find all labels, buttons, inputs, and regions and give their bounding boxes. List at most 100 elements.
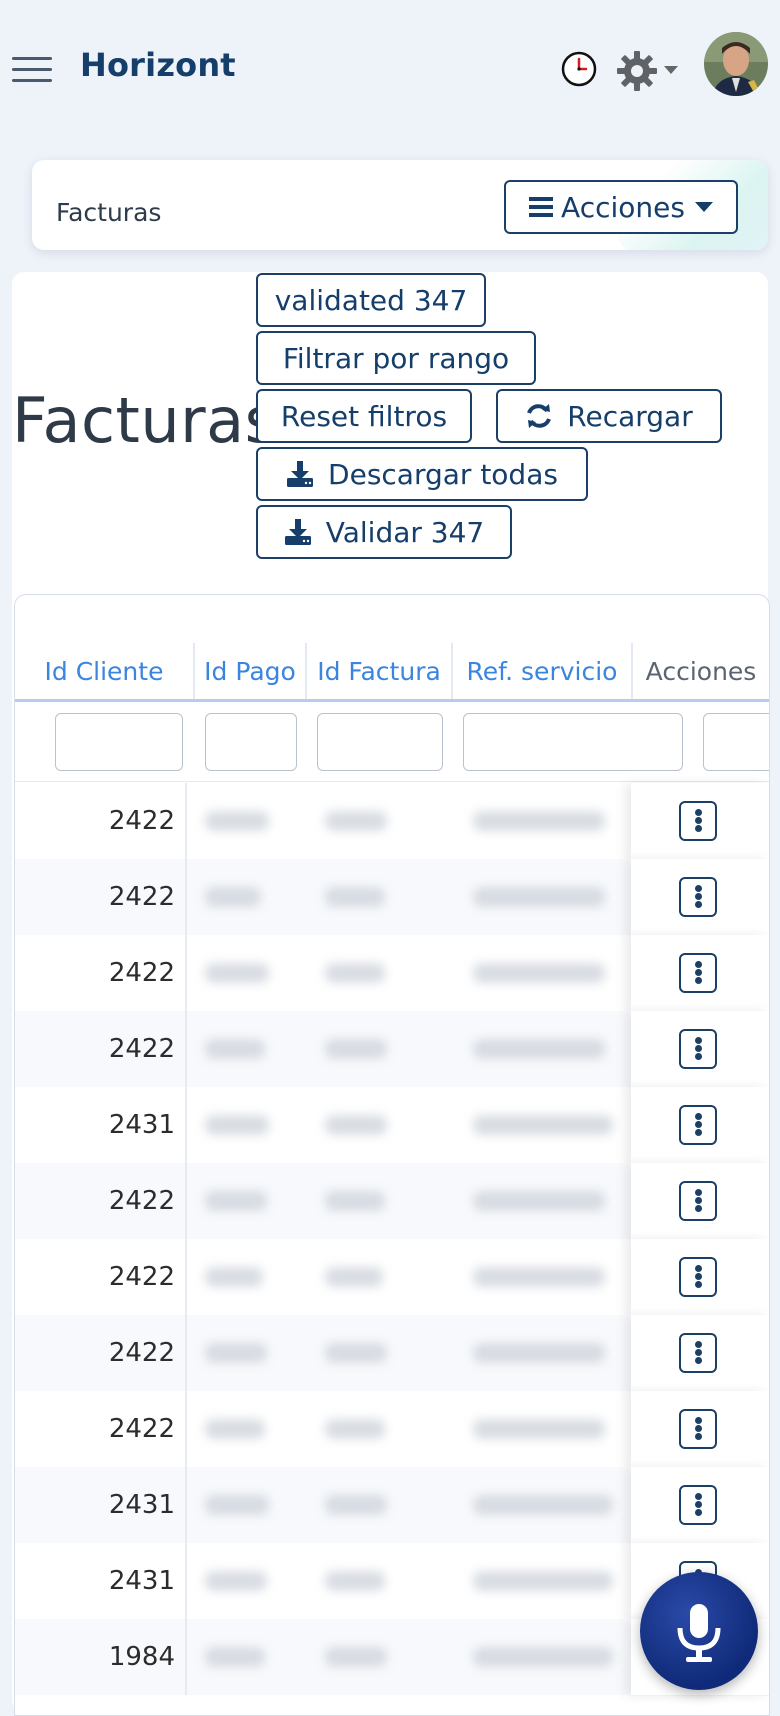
filter-input-id-factura[interactable] — [317, 713, 443, 771]
cell-ref-servicio-redacted — [473, 1647, 613, 1667]
cell-acciones — [631, 1239, 769, 1316]
reset-filters-button[interactable]: Reset filtros — [256, 389, 472, 443]
menu-icon[interactable] — [12, 57, 54, 83]
cell-id-cliente: 2431 — [15, 1543, 187, 1619]
cell-id-pago-redacted — [205, 1343, 267, 1363]
cell-ref-servicio-redacted — [473, 1267, 605, 1287]
cell-id-pago-redacted — [205, 963, 269, 983]
caret-down-icon — [694, 202, 713, 212]
column-header-id-pago[interactable]: Id Pago — [195, 643, 307, 699]
cell-id-factura-redacted — [325, 1571, 385, 1591]
cell-ref-servicio-redacted — [473, 1191, 605, 1211]
cell-id-cliente: 2422 — [15, 1391, 187, 1467]
more-vertical-icon-dot — [695, 1433, 702, 1440]
cell-id-cliente: 2422 — [15, 1011, 187, 1087]
download-icon — [287, 461, 314, 487]
cell-ref-servicio-redacted — [473, 1419, 605, 1439]
filter-input-ref-servicio[interactable] — [463, 713, 683, 771]
row-actions-button[interactable] — [679, 1181, 717, 1221]
cell-ref-servicio-redacted — [473, 1115, 613, 1135]
more-vertical-icon-dot — [695, 977, 702, 984]
table-row[interactable]: 2422 — [15, 783, 769, 860]
cell-id-factura-redacted — [325, 1267, 383, 1287]
row-actions-button[interactable] — [679, 1409, 717, 1449]
cell-id-factura-redacted — [325, 1647, 387, 1667]
table-row[interactable]: 2431 — [15, 1467, 769, 1544]
table-row[interactable]: 2422 — [15, 935, 769, 1012]
more-vertical-icon-dot — [695, 969, 702, 976]
more-vertical-icon-dot — [695, 1197, 702, 1204]
more-vertical-icon-dot — [695, 885, 702, 892]
table-row[interactable]: 2431 — [15, 1087, 769, 1164]
validate-347-button[interactable]: Validar 347 — [256, 505, 512, 559]
column-header-id-factura[interactable]: Id Factura — [307, 643, 453, 699]
row-actions-button[interactable] — [679, 1333, 717, 1373]
gear-icon[interactable] — [614, 48, 660, 94]
row-actions-button[interactable] — [679, 877, 717, 917]
cell-id-cliente: 2422 — [15, 859, 187, 935]
row-actions-button[interactable] — [679, 801, 717, 841]
more-vertical-icon-dot — [695, 1281, 702, 1288]
more-vertical-icon-dot — [695, 825, 702, 832]
table-row[interactable]: 2422 — [15, 859, 769, 936]
more-vertical-icon-dot — [695, 961, 702, 968]
row-actions-button[interactable] — [679, 1485, 717, 1525]
cell-acciones — [631, 859, 769, 936]
filter-range-button[interactable]: Filtrar por rango — [256, 331, 536, 385]
validated-347-button[interactable]: validated 347 — [256, 273, 486, 327]
filter-range-label: Filtrar por rango — [282, 341, 510, 375]
cell-id-cliente: 2422 — [15, 935, 187, 1011]
more-vertical-icon-dot — [695, 817, 702, 824]
app-brand[interactable]: Horizont — [80, 46, 236, 84]
table-row[interactable]: 2422 — [15, 1011, 769, 1088]
filter-input-id-pago[interactable] — [205, 713, 297, 771]
cell-ref-servicio-redacted — [473, 1343, 605, 1363]
chevron-down-icon[interactable] — [664, 66, 678, 74]
actions-menu-button[interactable]: Acciones — [504, 180, 738, 234]
column-header-ref-servicio[interactable]: Ref. servicio — [453, 643, 633, 699]
more-vertical-icon-dot — [695, 1265, 702, 1272]
cell-acciones — [631, 1391, 769, 1468]
row-actions-button[interactable] — [679, 953, 717, 993]
voice-input-button[interactable] — [640, 1572, 758, 1690]
row-actions-button[interactable] — [679, 1029, 717, 1069]
actions-menu-label: Acciones — [561, 190, 685, 224]
cell-id-factura-redacted — [325, 1039, 387, 1059]
table-row[interactable]: 2422 — [15, 1315, 769, 1392]
more-vertical-icon-dot — [695, 1113, 702, 1120]
cell-id-factura-redacted — [325, 1495, 387, 1515]
cell-id-cliente: 1984 — [15, 1619, 187, 1695]
cell-acciones — [631, 1011, 769, 1088]
clock-icon[interactable] — [560, 50, 598, 88]
filter-input-id-cliente[interactable] — [55, 713, 183, 771]
validated-347-label: validated 347 — [274, 283, 468, 317]
breadcrumb: Facturas — [56, 198, 162, 227]
reset-filters-label: Reset filtros — [280, 399, 448, 433]
cell-id-pago-redacted — [205, 1267, 263, 1287]
invoices-table: Id Cliente Id Pago Id Factura Ref. servi… — [14, 594, 770, 1716]
cell-id-pago-redacted — [205, 1495, 269, 1515]
row-actions-button[interactable] — [679, 1105, 717, 1145]
table-row[interactable]: 2422 — [15, 1163, 769, 1240]
user-avatar[interactable] — [704, 32, 768, 96]
cell-id-cliente: 2422 — [15, 1163, 187, 1239]
table-row[interactable]: 2422 — [15, 1391, 769, 1468]
download-all-button[interactable]: Descargar todas — [256, 447, 588, 501]
list-icon — [529, 197, 554, 217]
reload-button[interactable]: Recargar — [496, 389, 722, 443]
cell-ref-servicio-redacted — [473, 963, 605, 983]
more-vertical-icon-dot — [695, 809, 702, 816]
table-row[interactable]: 2422 — [15, 1239, 769, 1316]
cell-id-pago-redacted — [205, 1571, 267, 1591]
more-vertical-icon-dot — [695, 1501, 702, 1508]
column-header-id-cliente[interactable]: Id Cliente — [15, 643, 195, 699]
more-vertical-icon-dot — [695, 1037, 702, 1044]
cell-acciones — [631, 1467, 769, 1544]
more-vertical-icon-dot — [695, 1205, 702, 1212]
cell-acciones — [631, 1087, 769, 1164]
table-header: Id Cliente Id Pago Id Factura Ref. servi… — [15, 643, 769, 702]
cell-acciones — [631, 935, 769, 1012]
more-vertical-icon-dot — [695, 1273, 702, 1280]
row-actions-button[interactable] — [679, 1257, 717, 1297]
filter-input-acciones[interactable] — [703, 713, 769, 771]
